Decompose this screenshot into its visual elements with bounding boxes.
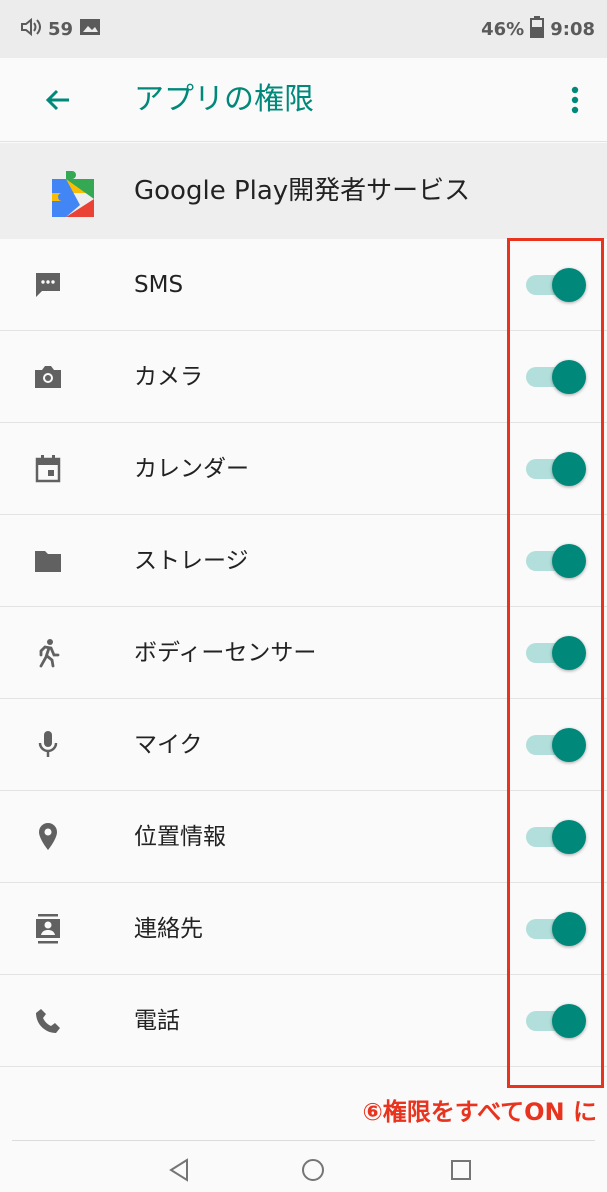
contacts-icon xyxy=(32,913,64,945)
battery-icon xyxy=(530,15,545,43)
volume-level: 59 xyxy=(48,18,74,40)
app-header: Google Play開発者サービス xyxy=(0,143,607,239)
navigation-bar xyxy=(0,1142,607,1192)
clock: 9:08 xyxy=(550,18,595,40)
phone-icon xyxy=(32,1005,64,1037)
image-notification-icon xyxy=(79,17,101,42)
divider xyxy=(12,1140,595,1141)
permission-label: SMS xyxy=(134,272,184,298)
status-left: 59 xyxy=(20,17,101,42)
permission-label: ボディーセンサー xyxy=(134,640,317,666)
app-name: Google Play開発者サービス xyxy=(134,176,471,206)
annotation-text: ⑥権限をすべてON に xyxy=(362,1098,597,1126)
google-play-services-logo xyxy=(48,165,98,219)
permission-label: 位置情報 xyxy=(134,824,226,850)
permission-label: マイク xyxy=(134,732,203,758)
app-bar: アプリの権限 xyxy=(0,58,607,142)
permission-label: カレンダー xyxy=(134,456,249,482)
nav-home-button[interactable] xyxy=(293,1150,333,1190)
permission-label: ストレージ xyxy=(134,548,249,574)
walking-person-icon xyxy=(32,637,64,669)
calendar-icon xyxy=(32,453,64,485)
square-recents-icon xyxy=(451,1160,471,1180)
permission-label: カメラ xyxy=(134,364,203,390)
page-title: アプリの権限 xyxy=(134,82,314,117)
triangle-back-icon xyxy=(169,1158,188,1182)
permission-label: 電話 xyxy=(134,1008,180,1034)
volume-icon xyxy=(20,17,42,42)
folder-icon xyxy=(32,545,64,577)
microphone-icon xyxy=(32,729,64,761)
nav-back-button[interactable] xyxy=(159,1150,199,1190)
status-bar: 59 46% 9:08 xyxy=(0,0,607,58)
circle-home-icon xyxy=(302,1159,324,1181)
back-button[interactable] xyxy=(38,80,78,120)
nav-recents-button[interactable] xyxy=(441,1150,481,1190)
status-right: 46% 9:08 xyxy=(481,15,595,43)
permission-label: 連絡先 xyxy=(134,916,203,942)
overflow-menu-button[interactable] xyxy=(560,80,590,120)
highlight-box xyxy=(507,238,604,1088)
location-pin-icon xyxy=(32,821,64,853)
more-vert-icon xyxy=(571,86,579,114)
sms-icon xyxy=(32,269,64,301)
camera-icon xyxy=(32,361,64,393)
battery-percent: 46% xyxy=(481,18,525,40)
arrow-left-icon xyxy=(45,89,69,111)
